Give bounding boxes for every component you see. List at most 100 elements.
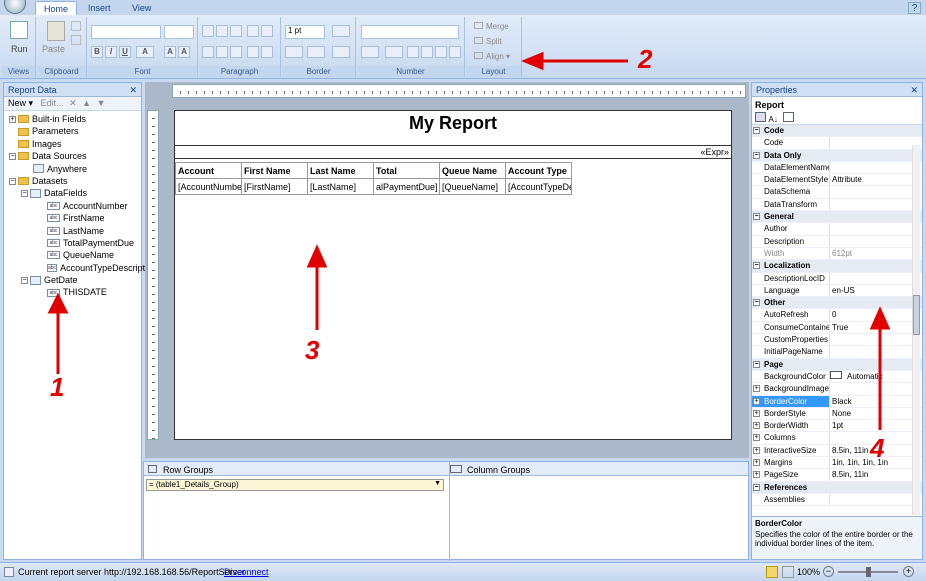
property-row[interactable]: DataElementName — [752, 161, 922, 175]
disconnect-link[interactable]: Disconnect — [224, 567, 269, 577]
property-value[interactable] — [830, 334, 832, 345]
property-value[interactable] — [830, 494, 832, 505]
align-top-button[interactable] — [202, 25, 214, 37]
detail-cell[interactable]: [AccountTypeDe — [505, 178, 572, 195]
font-color-button[interactable]: A — [136, 46, 154, 58]
close-icon[interactable]: ✕ — [129, 85, 137, 96]
property-row[interactable]: ConsumeContaine True — [752, 321, 922, 335]
property-row[interactable]: Description — [752, 235, 922, 248]
tree-item-field[interactable]: abc LastName — [9, 225, 141, 237]
expand-icon[interactable]: + — [9, 115, 16, 123]
collapse-icon[interactable]: − — [21, 190, 28, 198]
align-right-button[interactable] — [230, 46, 242, 58]
tree-item-datafields[interactable]: − DataFields — [9, 187, 141, 199]
style-button[interactable] — [421, 46, 433, 58]
fill-color-button[interactable] — [332, 25, 350, 37]
layout-view-icon[interactable] — [766, 566, 778, 578]
zoom-out-icon[interactable]: − — [823, 566, 834, 577]
tree-item-field[interactable]: abc QueueName — [9, 249, 141, 261]
property-row[interactable]: Language en-US — [752, 284, 922, 298]
property-row[interactable]: + PageSize 8.5in, 11in — [752, 469, 922, 482]
expand-icon[interactable]: + — [753, 409, 760, 417]
header-cell[interactable]: First Name — [241, 162, 308, 179]
outdent-button[interactable] — [261, 25, 273, 37]
properties-scrollbar[interactable] — [912, 145, 920, 515]
property-value[interactable]: 8.5in, 11in — [830, 469, 868, 480]
property-value[interactable]: Automatic — [845, 371, 883, 382]
property-value[interactable] — [830, 383, 832, 394]
property-row[interactable]: Author — [752, 223, 922, 236]
align-left-button[interactable] — [202, 46, 214, 58]
expand-icon[interactable]: + — [753, 471, 760, 479]
property-value[interactable]: 8.5in, 11in — [830, 445, 868, 456]
tree-item-field[interactable]: abc FirstName — [9, 212, 141, 224]
property-value[interactable] — [830, 432, 832, 443]
page-view-icon[interactable] — [782, 566, 794, 578]
property-value[interactable] — [830, 223, 832, 234]
merge-button[interactable]: Merge — [474, 22, 509, 31]
property-value[interactable]: None — [830, 408, 851, 419]
property-category[interactable]: − Localization — [752, 260, 922, 273]
tree-item-field[interactable]: abc AccountTypeDescript — [9, 262, 145, 274]
property-row[interactable]: + BackgroundImage — [752, 383, 922, 396]
expand-icon[interactable]: + — [753, 459, 760, 467]
expand-icon[interactable]: + — [753, 434, 760, 442]
paste-icon[interactable] — [47, 21, 65, 41]
property-row[interactable]: DataTransform — [752, 198, 922, 212]
collapse-icon[interactable]: − — [9, 152, 16, 160]
align-button[interactable]: Align ▾ — [474, 52, 510, 61]
tab-home[interactable]: Home — [35, 1, 78, 16]
property-value[interactable] — [830, 137, 832, 148]
expand-icon[interactable]: + — [753, 385, 760, 393]
collapse-icon[interactable]: − — [753, 299, 760, 307]
property-value[interactable] — [830, 186, 832, 197]
property-row[interactable]: + Columns — [752, 432, 922, 445]
detail-cell[interactable]: [QueueName] — [439, 178, 506, 195]
expand-icon[interactable]: + — [753, 422, 760, 430]
numbering-button[interactable] — [261, 46, 273, 58]
tree-item-field[interactable]: abc THISDATE — [9, 286, 141, 298]
scrollbar-thumb[interactable] — [913, 295, 920, 335]
header-cell[interactable]: Account — [175, 162, 242, 179]
tree-item-images[interactable]: Images — [9, 138, 141, 150]
tab-insert[interactable]: Insert — [80, 1, 119, 16]
tree-item-parameters[interactable]: Parameters — [9, 125, 141, 137]
property-value[interactable]: True — [830, 322, 848, 333]
percent-button[interactable] — [407, 46, 419, 58]
collapse-icon[interactable]: − — [753, 213, 760, 221]
property-row[interactable]: + Margins 1in, 1in, 1in, 1in — [752, 457, 922, 470]
detail-cell[interactable]: alPaymentDue] — [373, 178, 440, 195]
property-row[interactable]: DataElementStyle Attribute — [752, 174, 922, 187]
delete-icon[interactable]: ✕ — [69, 98, 77, 108]
property-row[interactable]: + BorderColor Black — [752, 395, 922, 408]
run-button[interactable]: Run — [11, 44, 28, 54]
header-cell[interactable]: Queue Name — [439, 162, 506, 179]
detail-cell[interactable]: [LastName] — [307, 178, 374, 195]
property-value[interactable]: en-US — [830, 285, 855, 296]
property-row[interactable]: DescriptionLocID — [752, 272, 922, 285]
line-style-button[interactable] — [285, 46, 303, 58]
font-size-combo[interactable] — [164, 25, 194, 39]
report-table[interactable]: Account First Name Last Name Total Queue… — [175, 162, 572, 195]
tree-item-datasets[interactable]: − Datasets — [9, 175, 141, 187]
property-category[interactable]: − Code — [752, 125, 922, 138]
property-value[interactable] — [830, 199, 832, 210]
property-row[interactable]: Assemblies — [752, 493, 922, 507]
sort-alpha-icon[interactable]: A↓ — [769, 115, 778, 124]
underline-button[interactable]: U — [119, 46, 131, 58]
property-row[interactable]: + BorderWidth 1pt — [752, 420, 922, 433]
font-name-combo[interactable] — [91, 25, 161, 39]
zoom-slider-thumb[interactable] — [866, 567, 871, 577]
property-row[interactable]: InitialPageName — [752, 346, 922, 359]
collapse-icon[interactable]: − — [753, 262, 760, 270]
shrink-font-button[interactable]: A — [178, 46, 190, 58]
detail-cell[interactable]: [FirstName] — [241, 178, 308, 195]
collapse-icon[interactable]: − — [21, 276, 28, 284]
align-middle-button[interactable] — [216, 25, 228, 37]
tree-item-field[interactable]: abc TotalPaymentDue — [9, 237, 141, 249]
collapse-icon[interactable]: − — [753, 483, 760, 491]
borders-button[interactable] — [332, 46, 350, 58]
property-row[interactable]: + BorderStyle None — [752, 407, 922, 421]
header-cell[interactable]: Last Name — [307, 162, 374, 179]
tree-item-data-sources[interactable]: − Data Sources — [9, 150, 141, 162]
